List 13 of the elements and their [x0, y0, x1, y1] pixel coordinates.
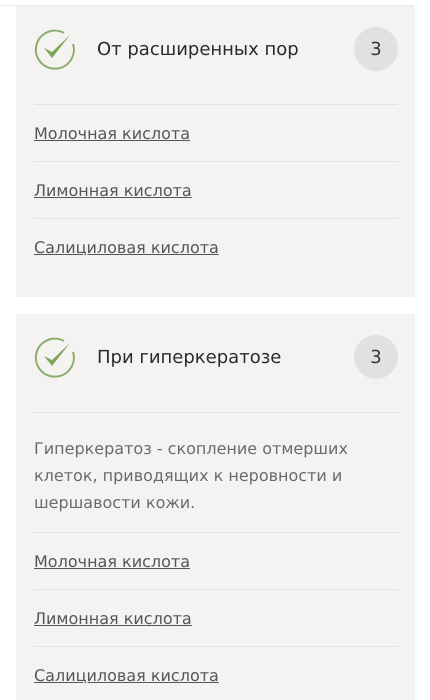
ingredient-link[interactable]: Лимонная кислота — [34, 180, 192, 200]
check-circle-icon — [34, 28, 76, 70]
check-circle-icon — [34, 336, 76, 378]
count-badge: 3 — [354, 27, 398, 71]
ingredient-link[interactable]: Молочная кислота — [34, 552, 190, 570]
ingredient-link[interactable]: Салициловая кислота — [34, 666, 219, 684]
section-title: При гиперкератозе — [97, 346, 282, 368]
ingredient-link[interactable]: Лимонная кислота — [34, 608, 192, 628]
count-badge: 3 — [354, 335, 398, 379]
ingredient-link[interactable]: Салициловая кислота — [34, 238, 219, 256]
section-title: От расширенных пор — [97, 38, 300, 60]
section-description: Гиперкератоз - скопление отмерших клеток, приводящих к неровности и шершавости кожи. — [34, 413, 398, 533]
ingredient-link[interactable]: Молочная кислота — [34, 124, 190, 142]
